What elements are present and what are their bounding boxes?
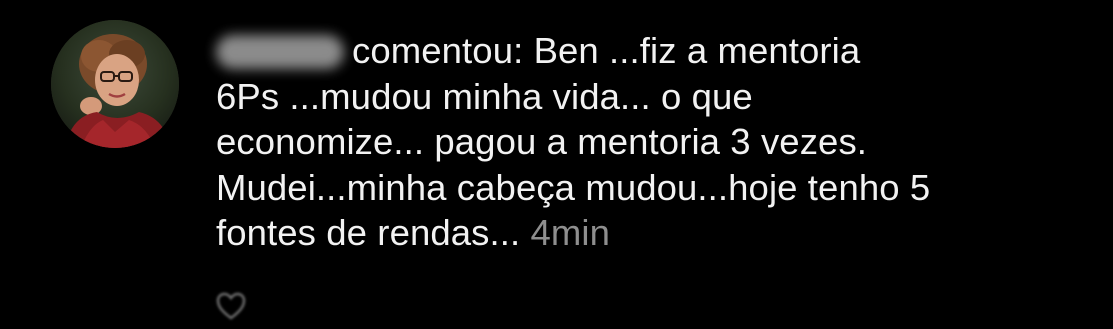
comment-line: comentou: Ben ...fiz a mentoria [352, 30, 861, 71]
comment-line: 6Ps ...mudou minha vida... o que [216, 75, 753, 117]
timestamp: 4min [530, 212, 611, 253]
username-redacted[interactable] [216, 35, 344, 69]
avatar[interactable] [51, 20, 179, 148]
comment-text[interactable]: comentou: Ben ...fiz a mentoria 6Ps ...m… [216, 28, 1076, 256]
heart-outline-icon[interactable] [216, 287, 246, 329]
avatar-photo [51, 20, 179, 148]
comment-line: economize... pagou a mentoria 3 vezes. [216, 121, 868, 162]
comment-line: Mudei...minha cabeça mudou...hoje tenho … [216, 166, 931, 208]
comment-actions [216, 285, 262, 325]
comment-notification[interactable]: comentou: Ben ...fiz a mentoria 6Ps ...m… [0, 0, 1113, 321]
comment-line: fontes de rendas... [216, 212, 521, 253]
